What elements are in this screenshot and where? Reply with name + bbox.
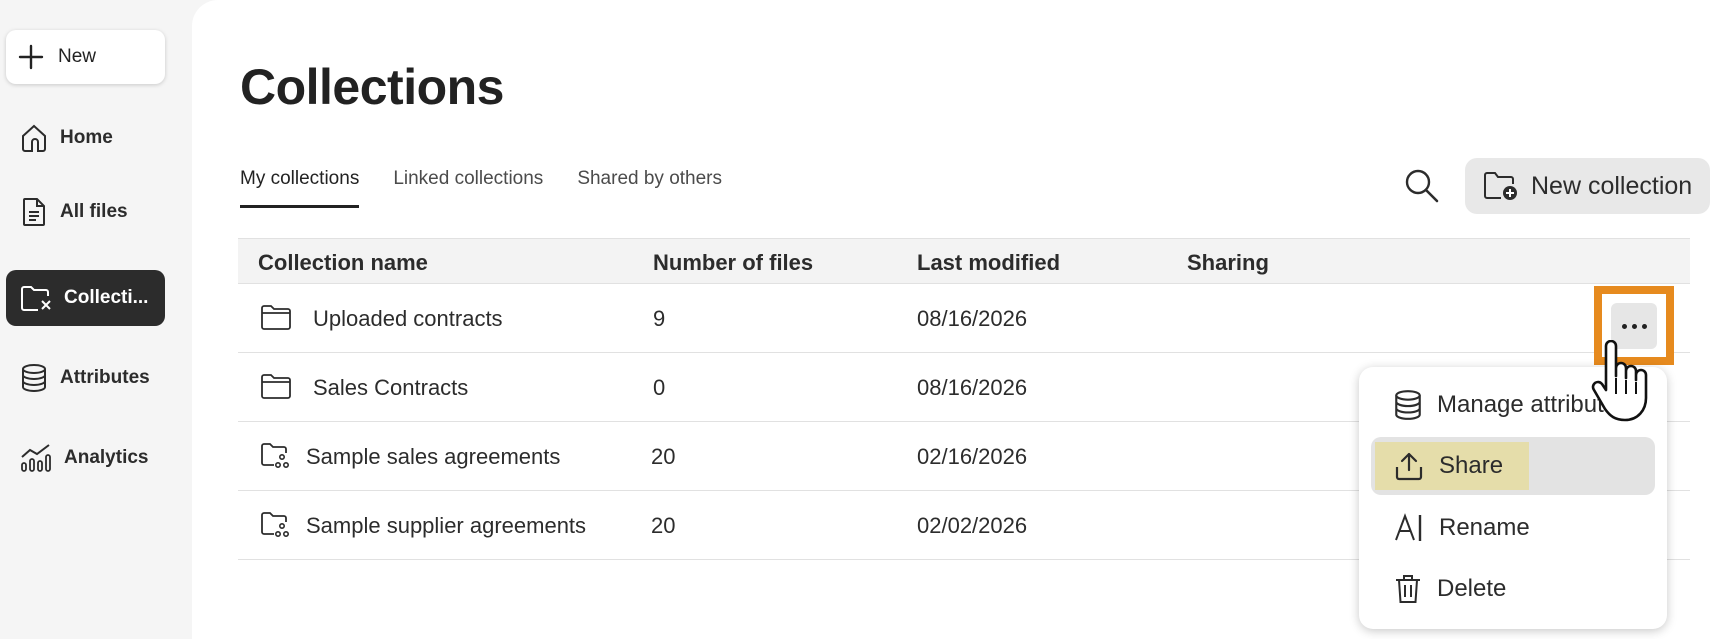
table-row[interactable]: Uploaded contracts 9 08/16/2026 <box>238 284 1690 353</box>
row-file-count: 20 <box>651 444 676 469</box>
column-header-name[interactable]: Collection name <box>258 250 428 276</box>
collections-icon <box>21 286 51 311</box>
table-header: Collection name Number of files Last mod… <box>238 238 1690 284</box>
analytics-icon <box>21 444 51 472</box>
column-header-modified[interactable]: Last modified <box>917 250 1060 276</box>
new-button[interactable]: New <box>6 30 165 84</box>
row-file-count: 0 <box>653 375 666 400</box>
database-icon <box>22 364 46 393</box>
row-last-modified: 02/16/2026 <box>917 444 1028 469</box>
sidebar-item-label: Collecti... <box>64 287 149 308</box>
home-icon <box>22 124 46 152</box>
row-last-modified: 08/16/2026 <box>917 306 1028 331</box>
row-collection-name: Sample sales agreements <box>306 444 561 469</box>
menu-item-label: Share <box>1439 452 1504 479</box>
new-collection-button[interactable]: New collection <box>1465 158 1710 214</box>
tab-shared-by-others[interactable]: Shared by others <box>577 168 722 208</box>
sidebar: New Home All files Collecti... Attribute… <box>0 0 192 639</box>
tab-my-collections[interactable]: My collections <box>240 168 360 208</box>
row-more-actions-focus <box>1594 286 1674 365</box>
row-last-modified: 08/16/2026 <box>917 375 1028 400</box>
plus-icon <box>18 44 44 70</box>
menu-item-delete[interactable]: Delete <box>1371 560 1655 618</box>
file-icon <box>23 198 45 226</box>
more-actions-button[interactable] <box>1611 303 1657 349</box>
column-header-sharing[interactable]: Sharing <box>1187 250 1269 276</box>
context-menu: Manage attribut Share Rename Delete <box>1359 367 1667 629</box>
tab-linked-collections[interactable]: Linked collections <box>393 168 543 208</box>
page-title: Collections <box>240 59 504 115</box>
row-file-count: 20 <box>651 513 676 538</box>
search-icon <box>1405 169 1439 203</box>
sidebar-item-label: Home <box>60 127 113 148</box>
shared-folder-icon <box>261 512 289 537</box>
shared-folder-icon <box>261 443 289 468</box>
sidebar-item-label: Attributes <box>60 367 150 388</box>
dot-icon <box>1621 323 1627 329</box>
database-icon <box>1395 390 1421 420</box>
row-collection-name: Sales Contracts <box>313 375 469 400</box>
menu-item-share[interactable]: Share <box>1371 437 1655 495</box>
menu-item-rename[interactable]: Rename <box>1371 499 1655 557</box>
menu-item-label: Manage attribut <box>1437 391 1604 418</box>
sidebar-item-analytics[interactable]: Analytics <box>6 430 165 486</box>
sidebar-item-label: Analytics <box>64 447 149 468</box>
sidebar-item-attributes[interactable]: Attributes <box>6 350 165 406</box>
dot-icon <box>1641 323 1647 329</box>
sidebar-item-home[interactable]: Home <box>6 110 165 166</box>
folder-add-icon <box>1484 172 1517 200</box>
folder-icon <box>261 305 291 330</box>
sidebar-item-collections[interactable]: Collecti... <box>6 270 165 326</box>
row-last-modified: 02/02/2026 <box>917 513 1028 538</box>
row-collection-name: Uploaded contracts <box>313 306 503 331</box>
column-header-files[interactable]: Number of files <box>653 250 813 276</box>
menu-item-label: Delete <box>1437 575 1507 602</box>
dot-icon <box>1631 323 1637 329</box>
sidebar-item-all-files[interactable]: All files <box>6 184 165 240</box>
share-icon <box>1395 452 1423 481</box>
row-collection-name: Sample supplier agreements <box>306 513 587 538</box>
new-button-label: New <box>58 46 97 67</box>
row-file-count: 9 <box>653 306 666 331</box>
new-collection-label: New collection <box>1531 171 1693 200</box>
rename-icon <box>1395 513 1422 541</box>
trash-icon <box>1396 575 1420 603</box>
folder-icon <box>261 374 291 399</box>
main-content: Collections My collections Linked collec… <box>192 0 1724 639</box>
sidebar-item-label: All files <box>60 201 128 222</box>
collection-tabs: My collections Linked collections Shared… <box>240 168 722 208</box>
menu-item-manage-attributes[interactable]: Manage attribut <box>1371 376 1655 434</box>
menu-item-label: Rename <box>1439 514 1530 541</box>
app-window: New Home All files Collecti... Attribute… <box>0 0 1724 639</box>
search-button[interactable] <box>1402 166 1442 206</box>
